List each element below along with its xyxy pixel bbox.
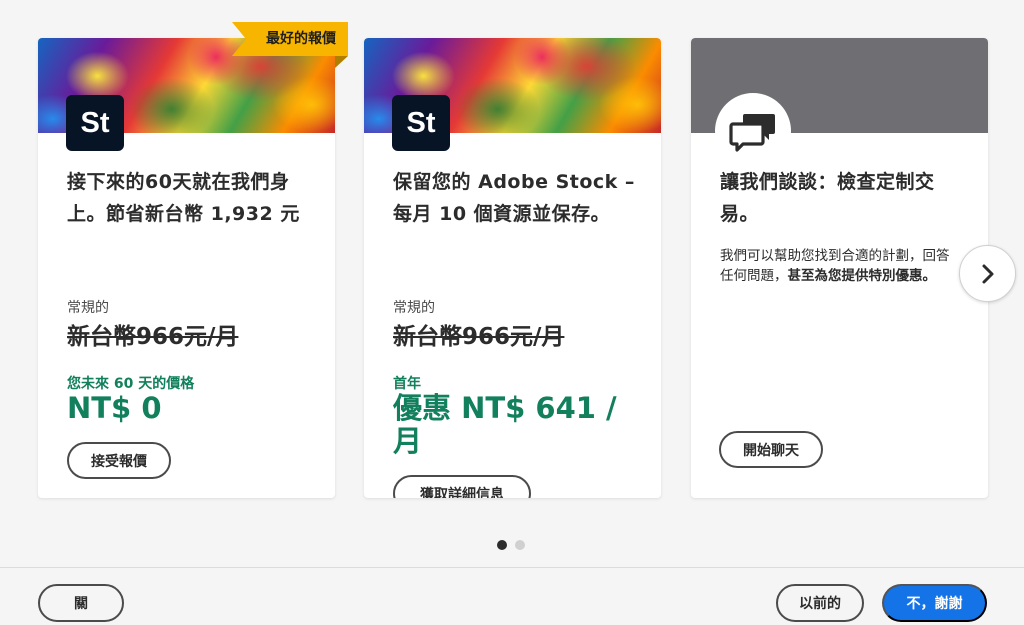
- badge-ribbon-fold: [335, 56, 348, 68]
- promo-price: 優惠 NT$ 641 / 月: [393, 391, 617, 458]
- offer-card-free-60-days: 最好的報價 St 接下來的60天就在我們身上。節省新台幣 1,932 元 常規的…: [38, 22, 348, 498]
- previous-button[interactable]: 以前的: [776, 584, 864, 622]
- promo-price-label: 首年: [393, 376, 421, 392]
- offer-description: 我們可以幫助您找到合適的計劃，回答任何問題，甚至為您提供特別優惠。: [720, 246, 960, 286]
- offer-card-keep-stock: St 保留您的 Adobe Stock – 每月 10 個資源並保存。 常規的 …: [364, 38, 661, 498]
- start-chat-button[interactable]: 開始聊天: [719, 431, 823, 468]
- carousel-pagination: [497, 540, 525, 550]
- regular-price: 新台幣966元/月: [67, 324, 239, 350]
- pagination-dot-active[interactable]: [497, 540, 507, 550]
- offer-title: 接下來的60天就在我們身上。節省新台幣 1,932 元: [67, 171, 300, 225]
- promo-price: NT$ 0: [67, 391, 162, 425]
- promo-price-label: 您未來 60 天的價格: [67, 376, 195, 392]
- carousel-next-button[interactable]: [959, 245, 1016, 302]
- pagination-dot[interactable]: [515, 540, 525, 550]
- regular-price-label: 常規的: [67, 300, 109, 316]
- no-thanks-button[interactable]: 不，謝謝: [882, 584, 987, 622]
- adobe-stock-icon: St: [66, 95, 124, 151]
- get-details-button[interactable]: 獲取詳細信息: [393, 475, 531, 498]
- offer-dialog: 最好的報價 St 接下來的60天就在我們身上。節省新台幣 1,932 元 常規的…: [0, 0, 1024, 625]
- offer-card-chat: 讓我們談談：檢查定制交易。 我們可以幫助您找到合適的計劃，回答任何問題，甚至為您…: [691, 38, 988, 498]
- chevron-right-icon: [982, 264, 993, 283]
- description-bold-text: 甚至為您提供特別優惠。: [787, 268, 937, 284]
- close-button[interactable]: 關: [38, 584, 124, 622]
- regular-price: 新台幣966元/月: [393, 324, 565, 350]
- adobe-stock-icon: St: [392, 95, 450, 151]
- dialog-footer: 關 以前的 不，謝謝: [0, 567, 1024, 625]
- offer-title: 保留您的 Adobe Stock – 每月 10 個資源並保存。: [393, 171, 635, 225]
- offer-title: 讓我們談談：檢查定制交易。: [720, 171, 935, 225]
- best-offer-badge: 最好的報價: [232, 22, 348, 56]
- chat-bubbles-icon: [715, 93, 791, 169]
- regular-price-label: 常規的: [393, 300, 435, 316]
- accept-offer-button[interactable]: 接受報價: [67, 442, 171, 479]
